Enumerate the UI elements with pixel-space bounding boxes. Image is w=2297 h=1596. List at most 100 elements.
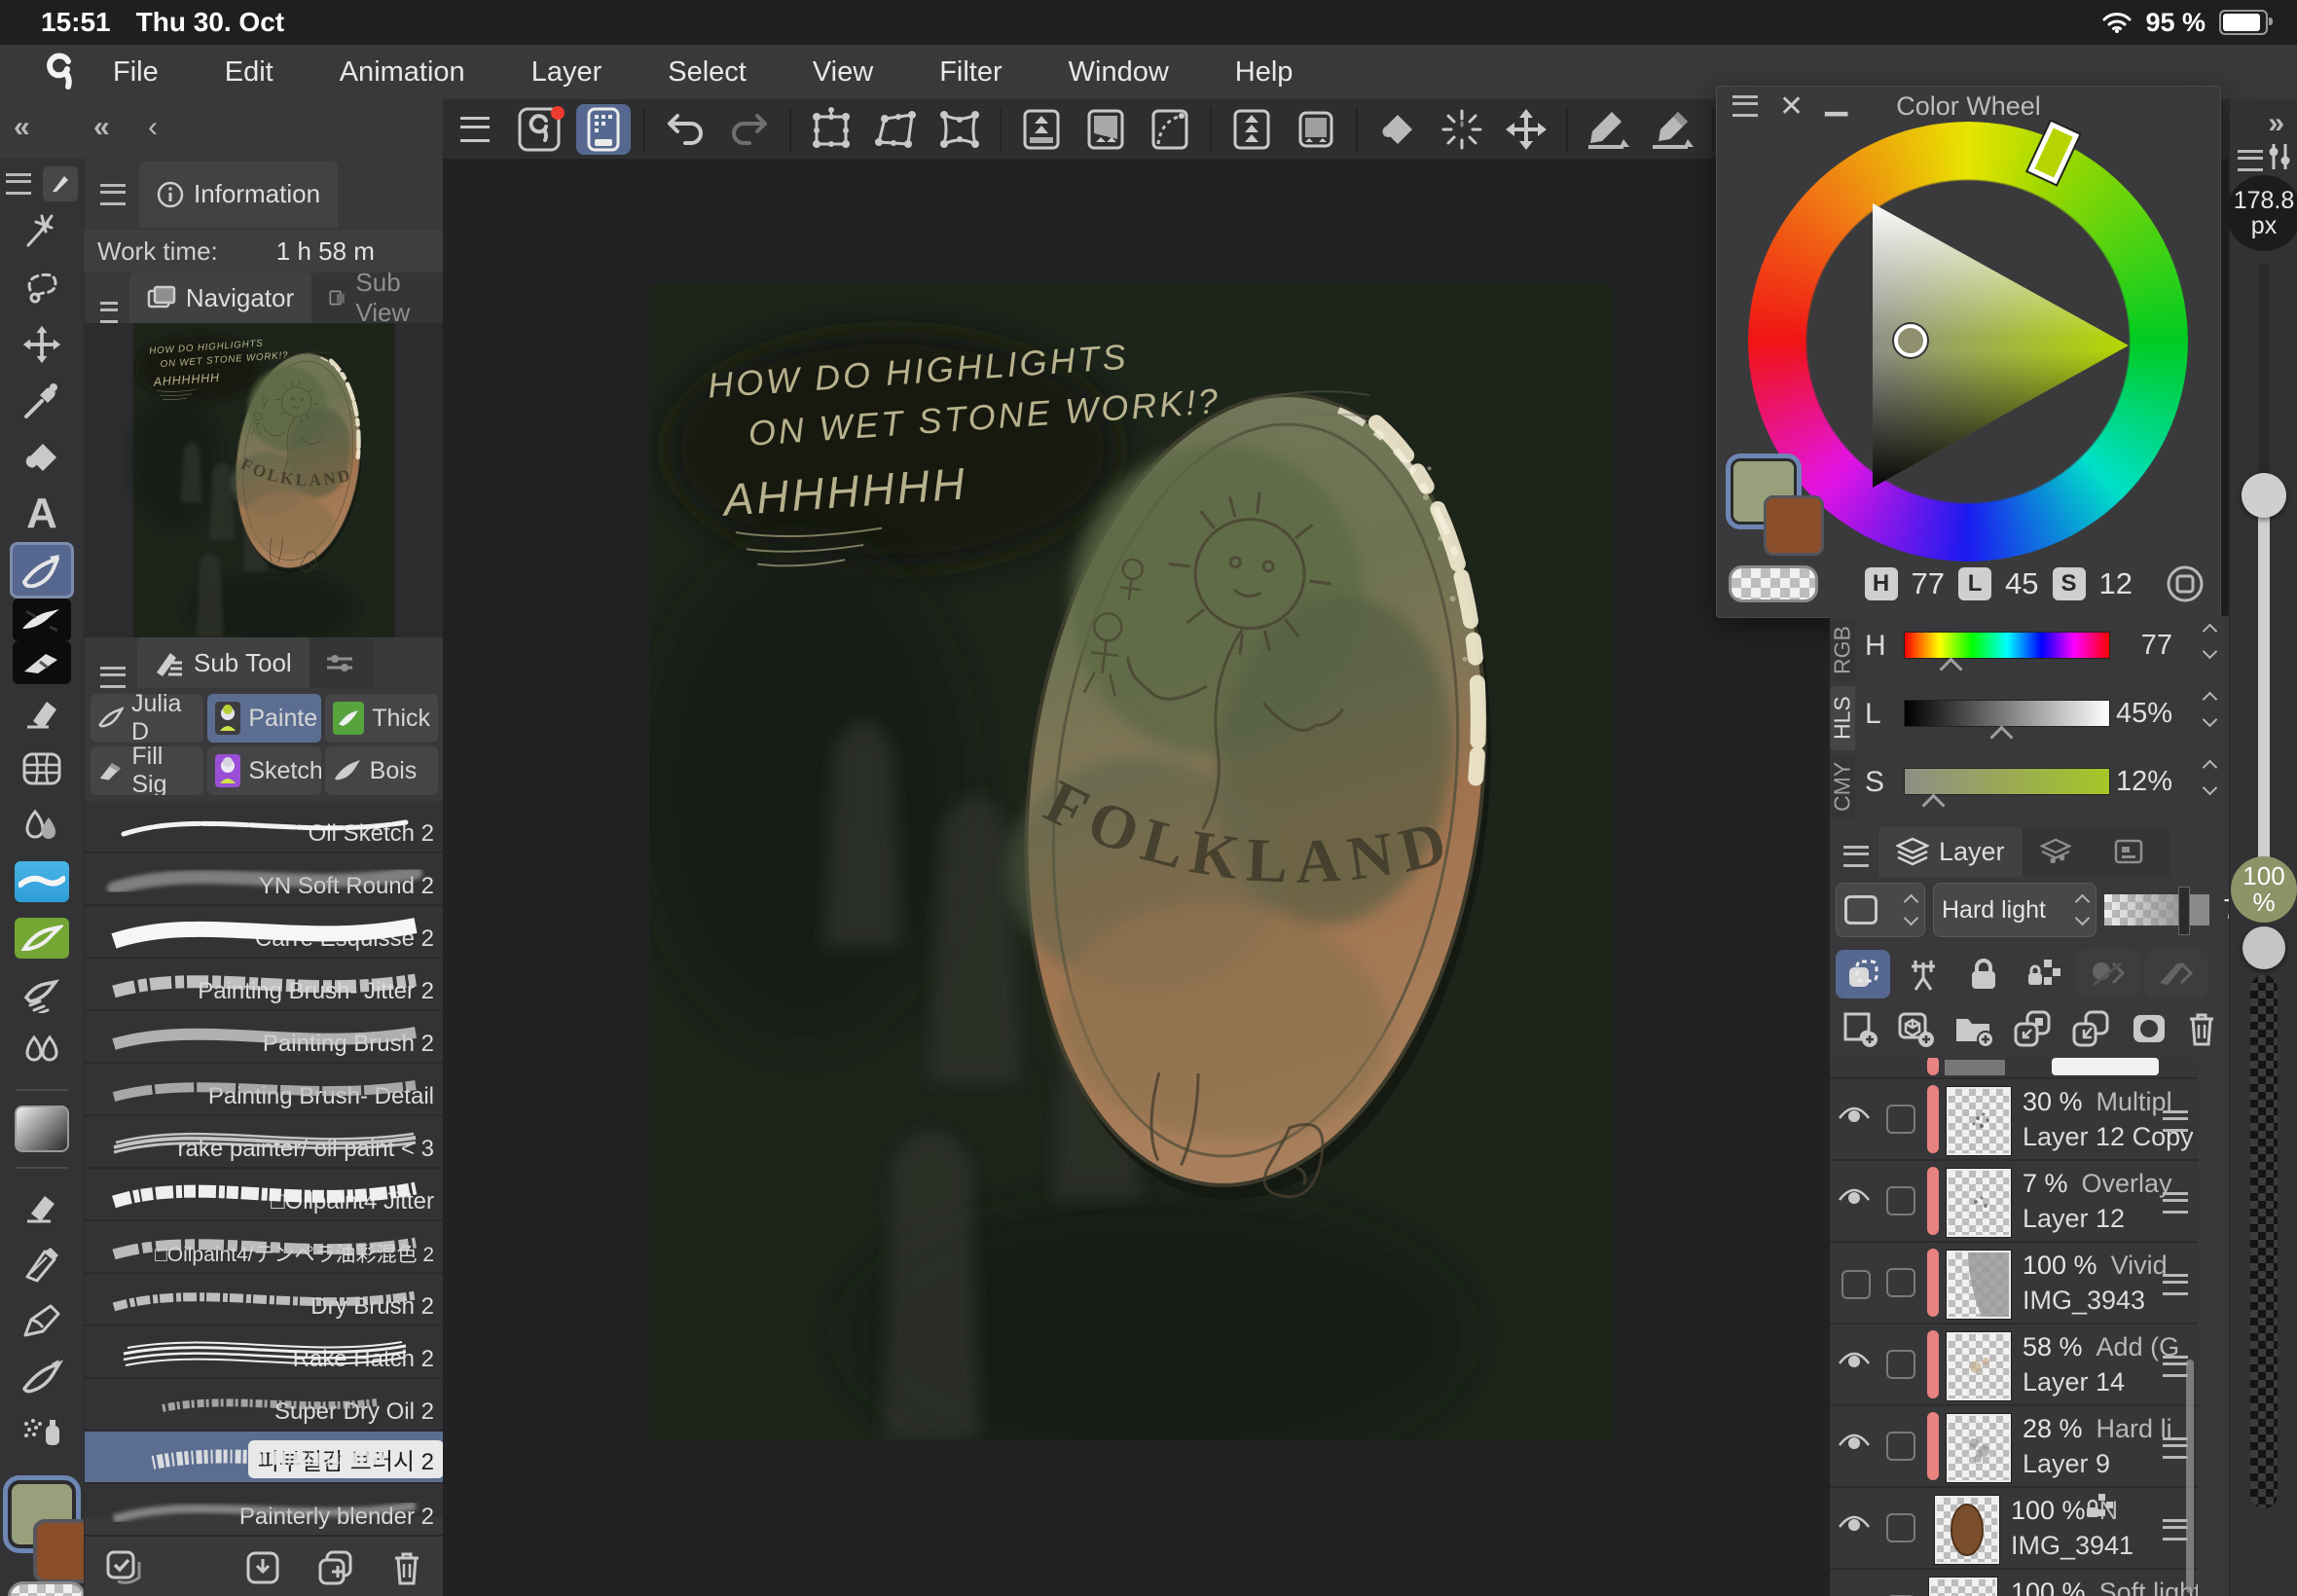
transparent-color-swatch[interactable] (8, 1581, 86, 1596)
brush-rake-hatch[interactable]: Rake Hatch 2 (85, 1326, 444, 1379)
tab-navigator[interactable]: Navigator (129, 272, 311, 323)
brush-super-dry-oil[interactable]: Super Dry Oil 2 (85, 1379, 444, 1432)
layer-handle-icon[interactable] (2163, 1110, 2188, 1132)
blend-mode-select[interactable]: Hard light (1933, 883, 2096, 937)
layer-thumb-size-select[interactable] (1836, 883, 1925, 937)
brush-oilpaint4-jitter[interactable]: □Oilpaint4 Jitter (85, 1169, 444, 1221)
information-panel-menu-icon[interactable] (100, 184, 126, 205)
brush-opacity-handle[interactable] (2242, 926, 2285, 969)
lightness-slider[interactable] (1904, 700, 2110, 727)
tool-eraser-2[interactable] (10, 1179, 74, 1235)
menu-filter[interactable]: Filter (906, 56, 1035, 89)
brush-oilpaint4-tempera[interactable]: □Oilpaint4/テンペラ油彩混色 2 (85, 1221, 444, 1274)
reference-layer-button[interactable] (1896, 950, 1951, 998)
lock-transparent-pixels-button[interactable] (2017, 950, 2071, 998)
sub-tool-panel-menu-icon[interactable] (100, 667, 126, 688)
visibility-eye-icon[interactable] (1838, 1350, 1871, 1371)
brush-carre-esquisse[interactable]: Carré Esquisse 2 (85, 906, 444, 959)
redo-button[interactable] (722, 104, 777, 155)
visibility-eye-icon[interactable] (1838, 1186, 1871, 1208)
layer-opacity-handle[interactable] (2178, 887, 2190, 935)
layer-handle-icon[interactable] (2163, 1192, 2188, 1214)
visibility-eye-icon[interactable] (1838, 1432, 1871, 1453)
tab-sub-tool-extra[interactable] (310, 637, 374, 688)
layer-handle-icon[interactable] (2163, 1274, 2188, 1295)
layer-handle-icon[interactable] (2163, 1519, 2188, 1541)
marker-draw-button[interactable] (1581, 104, 1635, 155)
layer-checkbox[interactable] (1886, 1186, 1915, 1215)
saturation-slider[interactable] (1904, 768, 2110, 795)
saturation-steppers[interactable] (2205, 762, 2215, 793)
layer-mask-button[interactable] (2130, 1011, 2169, 1046)
subtool-group-bois[interactable]: Bois (325, 746, 438, 795)
close-icon[interactable]: ✕ (1779, 90, 1804, 124)
delete-brush-icon[interactable] (391, 1550, 422, 1585)
menu-window[interactable]: Window (1036, 56, 1202, 89)
color-wheel-menu-icon[interactable] (1732, 95, 1758, 117)
subtool-group-fill[interactable]: Fill Sig (91, 746, 203, 795)
rail-menu-icon[interactable] (2238, 150, 2263, 171)
lightness-steppers[interactable] (2205, 694, 2215, 725)
tool-move[interactable] (10, 316, 74, 373)
visibility-checkbox-off[interactable] (1841, 1270, 1871, 1299)
menu-file[interactable]: File (80, 56, 192, 89)
layer-row-layer1[interactable]: 100 %Soft light Layer 1 (1830, 1570, 2198, 1596)
hue-steppers[interactable] (2205, 626, 2215, 657)
rail-sliders-icon[interactable] (2265, 142, 2294, 171)
tool-custom-leaf-brush[interactable] (10, 910, 74, 966)
tool-fill[interactable] (10, 429, 74, 486)
move-tool-button[interactable] (1499, 104, 1553, 155)
hue-slider[interactable] (1904, 632, 2110, 659)
sv-cursor[interactable] (1894, 324, 1927, 357)
tab-layer[interactable]: Layer (1878, 826, 2023, 877)
merge-to-new-layer-button[interactable] (2012, 1010, 2053, 1047)
fill-tool-button[interactable] (1370, 104, 1425, 155)
new-3d-layer-button[interactable] (1896, 1010, 1935, 1047)
new-raster-layer-button[interactable] (1841, 1010, 1878, 1047)
tab-layer-property[interactable] (2023, 826, 2096, 877)
tool-eyedropper[interactable] (10, 373, 74, 429)
brush-painting-jitter[interactable]: Painting Brush- Jitter 2 (85, 959, 444, 1011)
toolstrip-menu-icon[interactable] (6, 173, 31, 195)
gradient-map-button[interactable] (1224, 104, 1279, 155)
tool-brush-pen[interactable] (10, 1348, 74, 1404)
tab-information[interactable]: Information (139, 162, 338, 228)
menu-animation[interactable]: Animation (307, 56, 498, 89)
layer-checkbox[interactable] (1886, 1105, 1915, 1134)
minimize-icon[interactable]: ▁ (1825, 83, 1847, 117)
cw-background-swatch[interactable] (1764, 495, 1824, 556)
delete-layer-button[interactable] (2186, 1011, 2217, 1046)
layer-checkbox[interactable] (1886, 1268, 1915, 1297)
airbrush-spray-button[interactable] (1435, 104, 1489, 155)
layer-checkbox[interactable] (1886, 1350, 1915, 1379)
tool-spray[interactable] (10, 1404, 74, 1461)
tool-airbrush[interactable] (10, 966, 74, 1023)
ruler-toggle-button[interactable] (2145, 950, 2207, 998)
tool-ink-brush[interactable] (13, 598, 71, 641)
layer-checkbox[interactable] (1886, 1513, 1915, 1542)
touch-bar-toggle-button[interactable] (576, 104, 631, 155)
layer-panel-menu-icon[interactable] (1843, 846, 1869, 867)
tool-flat-marker[interactable] (13, 641, 71, 684)
tool-auto-select[interactable] (10, 203, 74, 260)
screen-tone-button[interactable] (1289, 104, 1343, 155)
navigator-panel-menu-icon[interactable] (100, 302, 118, 323)
download-brush-icon[interactable] (245, 1550, 280, 1585)
binarization-button[interactable] (1078, 104, 1133, 155)
tool-decoration[interactable] (10, 1023, 74, 1079)
layer-row-img3941[interactable]: 100 %N IMG_3941 (1830, 1488, 2198, 1570)
canvas-area[interactable] (443, 159, 1830, 1596)
lock-layer-button[interactable] (1956, 950, 2011, 998)
brush-oil-sketch[interactable]: Oil Sketch 2 (85, 801, 444, 853)
layer-row-img3943[interactable]: 100 %Vivid IMG_3943 (1830, 1243, 2198, 1324)
layer-opacity-slider[interactable] (2104, 890, 2209, 929)
csp-home-button[interactable] (512, 104, 566, 155)
tool-pen-selected[interactable] (10, 542, 74, 598)
merge-down-button[interactable] (2070, 1010, 2111, 1047)
collapse-panel-icon[interactable]: « (93, 111, 110, 144)
pen-quick-icon[interactable] (43, 166, 78, 201)
layer-row-layer9[interactable]: 28 %Hard li Layer 9 (1830, 1406, 2198, 1488)
transform-scale-button[interactable] (804, 104, 858, 155)
visibility-eye-icon[interactable] (1838, 1105, 1871, 1126)
clip-to-layer-button[interactable] (1836, 950, 1890, 998)
